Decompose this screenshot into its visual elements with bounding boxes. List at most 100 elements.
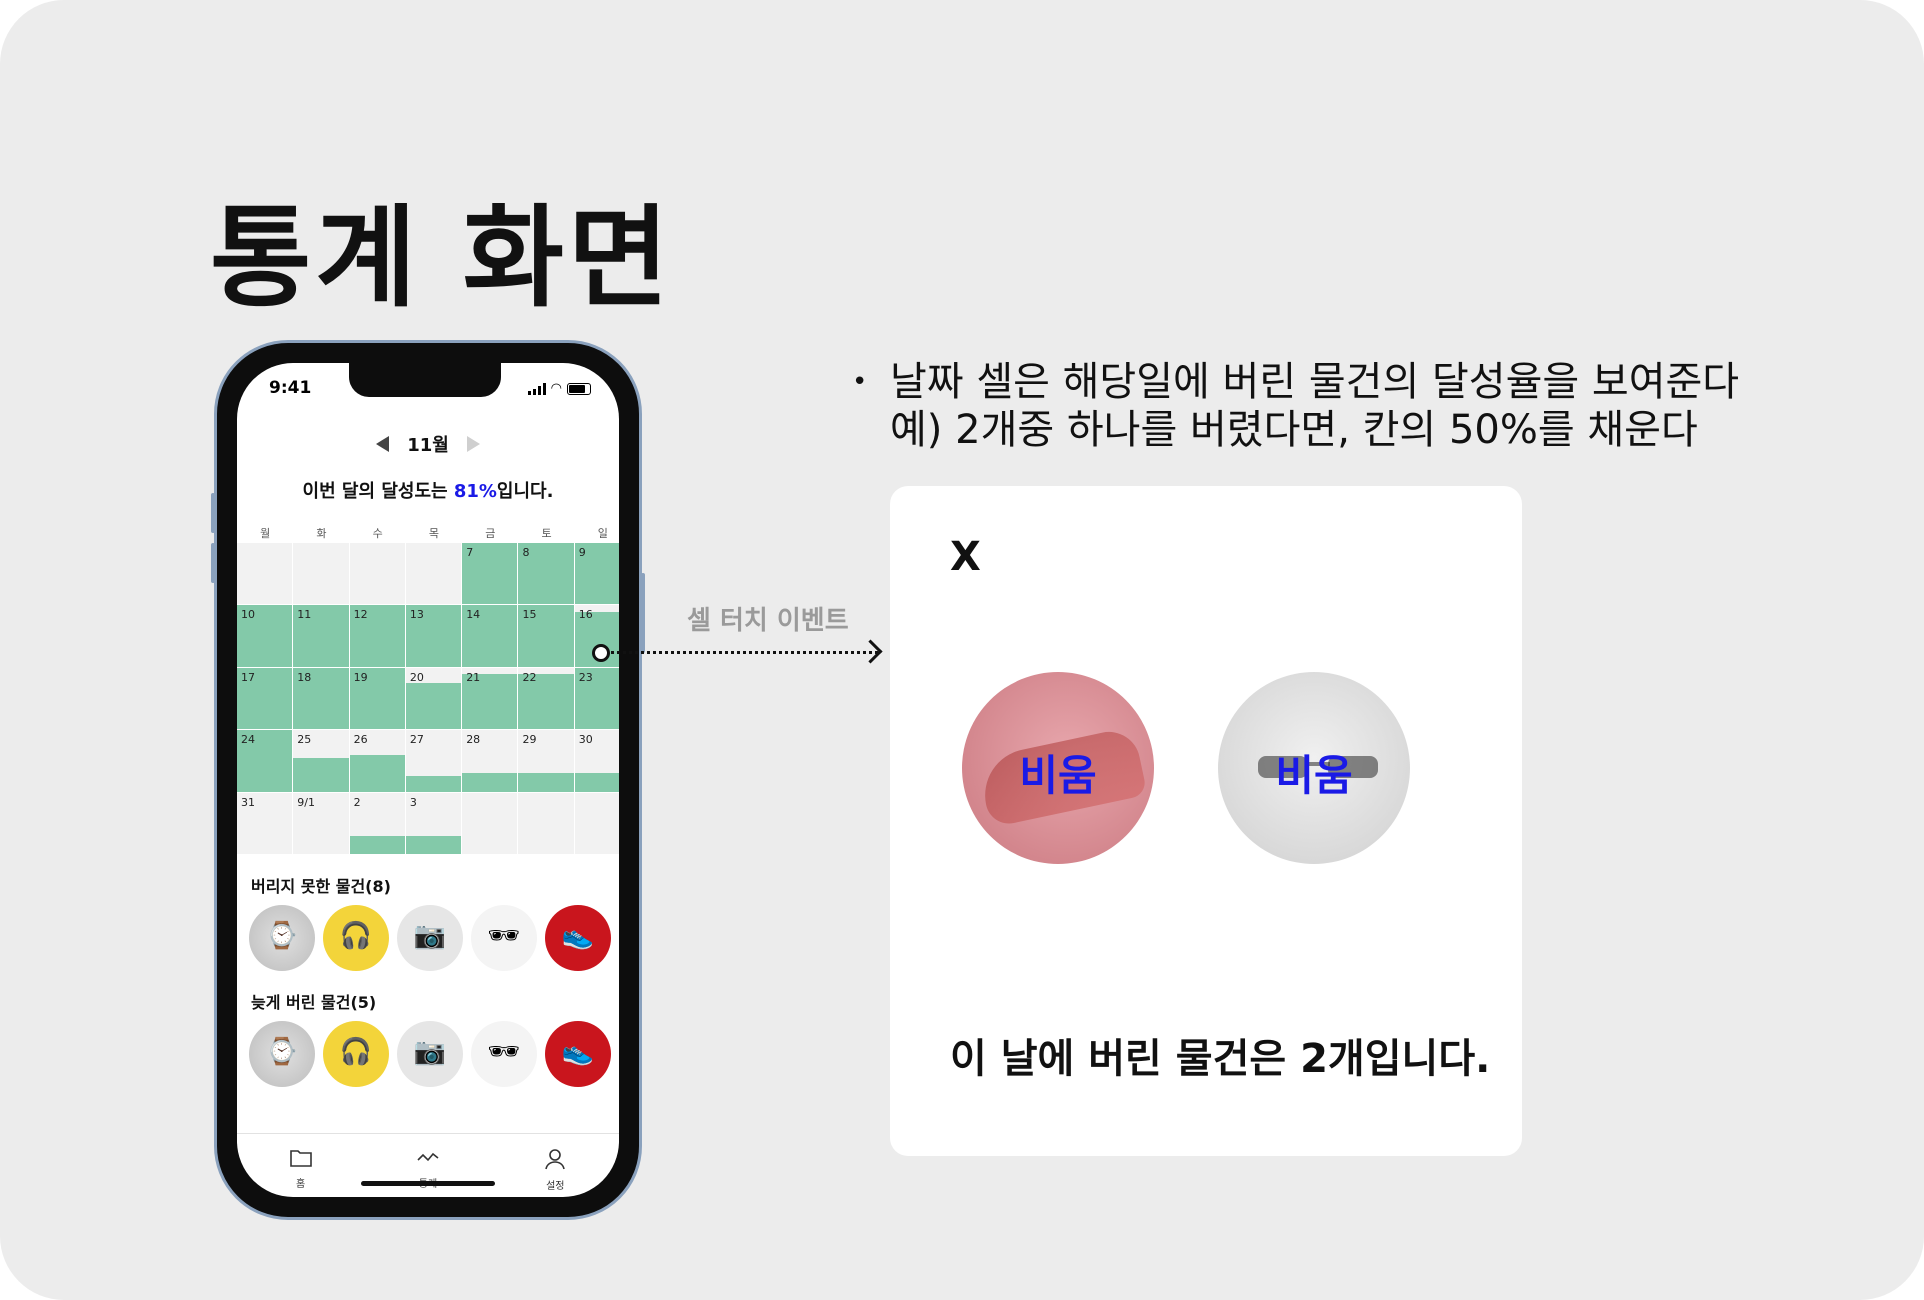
weekday-label: 목	[428, 527, 440, 540]
tab-bar: 홈 통계 설정	[237, 1133, 619, 1197]
calendar-cell[interactable]: 10	[237, 605, 294, 668]
watch-icon: ⌚	[265, 921, 299, 951]
calendar-cell[interactable]: 29	[518, 730, 575, 793]
calendar-cell[interactable]: 21	[462, 667, 519, 731]
item-thumb-watch[interactable]: ⌚	[249, 905, 315, 971]
item-sneaker[interactable]: 비움	[962, 672, 1154, 864]
status-time: 9:41	[269, 378, 312, 398]
calendar-cell[interactable]	[349, 543, 406, 606]
item-thumb-headphones[interactable]: 🎧	[323, 905, 389, 971]
calendar-cell[interactable]: 2	[349, 792, 406, 855]
bullet-dot: •	[852, 367, 868, 397]
tab-home[interactable]: 홈	[261, 1134, 341, 1197]
touch-point-icon	[592, 644, 610, 662]
calendar-cell[interactable]: 9/1	[293, 792, 350, 855]
tab-home-label: 홈	[296, 1179, 306, 1190]
achievement-fill	[518, 773, 574, 792]
weekday-label: 월	[260, 527, 271, 540]
item-thumb-camera[interactable]: 📷	[397, 1021, 463, 1087]
item-thumb-watch[interactable]: ⌚	[249, 1021, 315, 1087]
calendar-cell[interactable]: 3	[405, 792, 463, 855]
calendar-day-number: 7	[466, 546, 474, 559]
calendar-cell[interactable]	[518, 792, 575, 855]
achievement-fill	[349, 835, 405, 854]
page-title: 통계 화면	[210, 194, 674, 322]
weekday-label: 화	[316, 527, 327, 540]
close-button[interactable]: X	[950, 534, 981, 580]
calendar-cell[interactable]: 18	[293, 667, 350, 731]
calendar-day-number: 19	[353, 670, 368, 684]
empty-overlay-label: 비움	[1275, 751, 1353, 800]
calendar-day-number: 8	[522, 546, 530, 559]
tab-settings[interactable]: 설정	[515, 1134, 595, 1197]
calendar-cell[interactable]: 25	[293, 730, 350, 793]
calendar-cell[interactable]: 28	[462, 730, 519, 793]
calendar-cell[interactable]: 22	[518, 667, 575, 731]
calendar-cell[interactable]: 20	[405, 667, 463, 731]
empty-overlay-label: 비움	[1019, 751, 1097, 800]
weekday-label: 일	[597, 527, 608, 540]
calendar-cell[interactable]: 26	[349, 730, 406, 793]
achievement-prefix: 이번 달의 달성도는	[302, 481, 454, 502]
description: • 날짜 셀은 해당일에 버린 물건의 달성율을 보여준다 예) 2개중 하나를…	[852, 358, 1739, 454]
next-month-button[interactable]	[466, 436, 480, 452]
calendar-day-number: 30	[578, 733, 593, 747]
status-icons: ◠	[527, 381, 591, 396]
calendar-day-number: 13	[409, 608, 424, 622]
folder-icon	[261, 1148, 341, 1173]
weekday-label: 금	[485, 527, 496, 540]
calendar-cell[interactable]: 14	[462, 605, 519, 668]
calendar-day-number: 12	[353, 608, 368, 622]
calendar-cell[interactable]: 23	[574, 667, 619, 731]
calendar-cell[interactable]: 30	[574, 730, 619, 793]
item-thumb-sneaker[interactable]: 👟	[545, 905, 611, 971]
calendar-day-number: 28	[466, 733, 481, 747]
not-discarded-label: 버리지 못한 물건(8)	[251, 877, 391, 896]
item-sunglasses[interactable]: 비움	[1218, 672, 1410, 864]
prev-month-button[interactable]	[376, 436, 390, 452]
achievement-fill	[349, 754, 405, 792]
description-line-2: 예) 2개중 하나를 버렸다면, 칸의 50%를 채운다	[890, 407, 1698, 453]
calendar-cell[interactable]: 8	[518, 543, 575, 606]
volume-up-button	[211, 493, 215, 533]
calendar-cell[interactable]: 31	[237, 792, 294, 855]
tab-stats[interactable]: 통계	[388, 1134, 468, 1197]
late-discarded-label: 늦게 버린 물건(5)	[251, 993, 377, 1012]
calendar-cell[interactable]	[293, 543, 350, 606]
calendar-cell[interactable]	[405, 543, 463, 606]
achievement-fill	[574, 773, 619, 792]
calendar-cell[interactable]: 24	[237, 730, 294, 793]
calendar-cell[interactable]	[574, 792, 619, 855]
calendar-cell[interactable]	[237, 543, 294, 606]
day-detail-popup: X 비움 비움 이 날에 버린 물건은 2개입니다.	[890, 486, 1522, 1156]
calendar-day-number: 15	[522, 608, 537, 622]
calendar-cell[interactable]: 12	[349, 605, 406, 668]
calendar-cell[interactable]: 13	[405, 605, 463, 668]
late-discarded-list: ⌚ 🎧 📷 🕶 👟	[249, 1021, 611, 1087]
tab-settings-label: 설정	[546, 1181, 565, 1192]
item-thumb-sunglasses[interactable]: 🕶	[471, 905, 537, 971]
notch	[349, 363, 501, 397]
calendar-cell[interactable]: 19	[349, 667, 406, 731]
calendar-cell[interactable]	[462, 792, 519, 855]
calendar-cell[interactable]: 11	[293, 605, 350, 668]
calendar-cell[interactable]: 17	[237, 667, 294, 731]
item-thumb-headphones[interactable]: 🎧	[323, 1021, 389, 1087]
calendar-day-number: 9	[578, 546, 586, 559]
calendar-day-number: 11	[297, 608, 312, 622]
item-thumb-sneaker[interactable]: 👟	[545, 1021, 611, 1087]
watch-icon: ⌚	[265, 1037, 299, 1067]
calendar-cell[interactable]: 7	[462, 543, 519, 606]
achievement-percent: 81%	[453, 481, 497, 502]
chart-icon	[388, 1148, 468, 1173]
calendar-day-number: 14	[466, 608, 481, 622]
calendar-cell[interactable]: 9	[574, 543, 619, 606]
item-thumb-sunglasses[interactable]: 🕶	[471, 1021, 537, 1087]
calendar-cell[interactable]: 27	[405, 730, 463, 793]
calendar-cell[interactable]: 15	[518, 605, 575, 668]
achievement-fill	[405, 776, 462, 792]
phone-frame: 9:41 ◠ 11월 이번 달의 달성도는 81%입니다. 월 화 수 목 금 토 일 7 8…	[211, 340, 645, 1220]
item-thumb-camera[interactable]: 📷	[397, 905, 463, 971]
popup-message: 이 날에 버린 물건은 2개입니다.	[950, 1036, 1491, 1082]
power-button	[641, 573, 645, 653]
